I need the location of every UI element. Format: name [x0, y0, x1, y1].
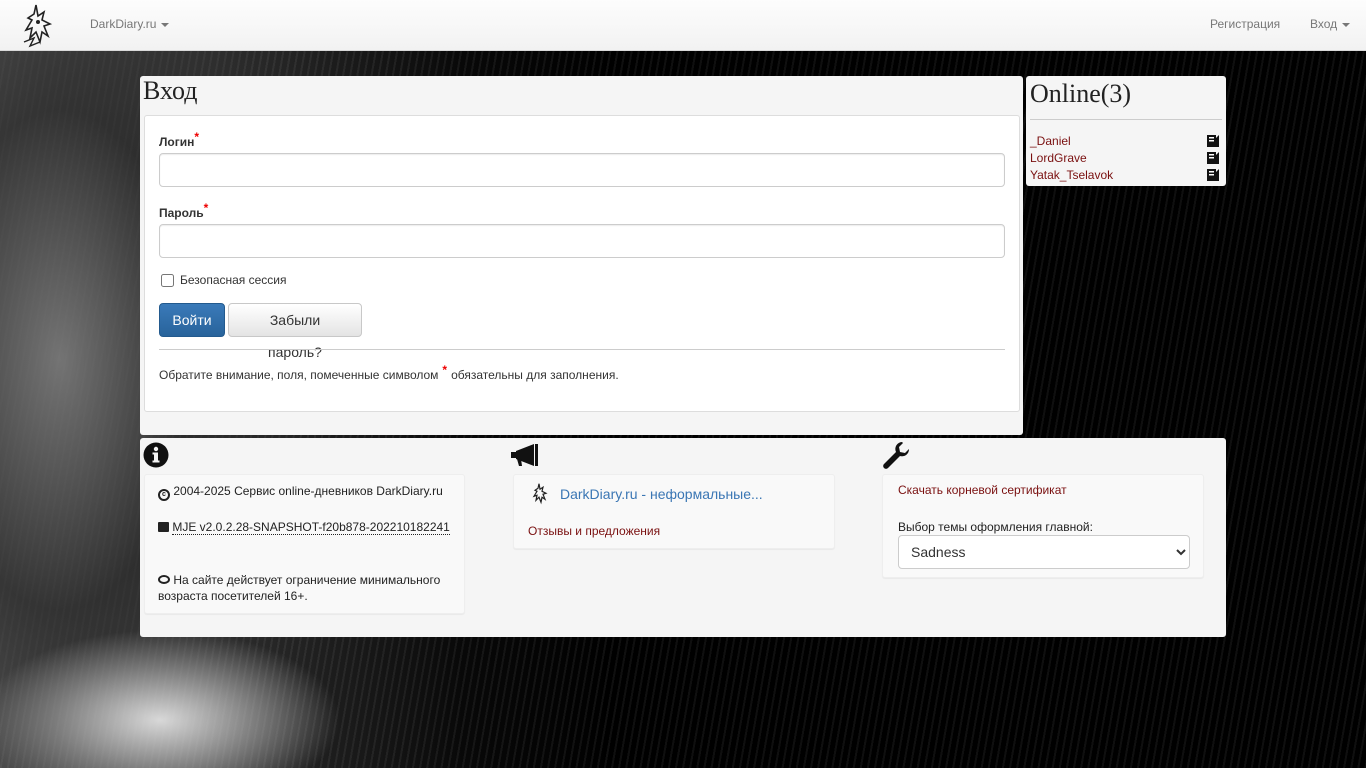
wrench-icon	[883, 442, 910, 469]
brand-dropdown[interactable]: DarkDiary.ru	[90, 17, 170, 31]
site-logo-icon[interactable]	[18, 2, 54, 49]
online-user-row: LordGrave	[1030, 150, 1222, 167]
announcement-link[interactable]: DarkDiary.ru - неформальные...	[560, 486, 763, 502]
copyright-row: c 2004-2025 Сервис online-дневников Dark…	[158, 483, 443, 501]
password-label: Пароль*	[159, 201, 208, 220]
login-panel: Вход Логин* Пароль* Безопасная сессия Во…	[140, 76, 1023, 435]
copyright-icon: c	[158, 489, 170, 501]
secure-session-label: Безопасная сессия	[180, 273, 287, 287]
login-dropdown[interactable]: Вход	[1310, 17, 1351, 31]
login-input[interactable]	[159, 153, 1005, 187]
online-user-link[interactable]: LordGrave	[1030, 151, 1087, 165]
login-label: Логин*	[159, 130, 199, 149]
brand-label: DarkDiary.ru	[90, 17, 157, 31]
feedback-link[interactable]: Отзывы и предложения	[528, 524, 660, 538]
login-submit-button[interactable]: Войти	[159, 303, 225, 337]
online-user-link[interactable]: _Daniel	[1030, 134, 1071, 148]
forgot-password-button[interactable]: Забыли пароль?	[228, 303, 362, 360]
login-form: Логин* Пароль* Безопасная сессия Войти З…	[144, 115, 1020, 412]
diary-icon[interactable]	[1206, 151, 1220, 165]
password-input[interactable]	[159, 224, 1005, 258]
login-label-text: Логин	[159, 135, 195, 149]
age-notice-row: На сайте действует ограничение минимальн…	[158, 572, 458, 604]
login-menu-label: Вход	[1310, 17, 1338, 31]
secure-session-checkbox[interactable]	[161, 274, 174, 287]
secure-session-row[interactable]: Безопасная сессия	[159, 273, 287, 287]
age-notice-text: На сайте действует ограничение минимальн…	[158, 573, 441, 603]
bullhorn-icon	[511, 444, 538, 466]
notice-text-end: обязательны для заполнения.	[451, 368, 619, 382]
info-icon	[143, 442, 169, 468]
login-title: Вход	[143, 76, 198, 105]
eye-slash-icon	[158, 575, 170, 584]
footer-panel: c 2004-2025 Сервис online-дневников Dark…	[140, 438, 1226, 637]
top-navbar: DarkDiary.ru Регистрация Вход	[0, 0, 1366, 51]
theme-label: Выбор темы оформления главной:	[898, 520, 1093, 534]
required-mark: *	[442, 363, 448, 377]
version-text: MJE v2.0.2.28-SNAPSHOT-f20b878-202210182…	[172, 520, 450, 535]
info-column: c 2004-2025 Сервис online-дневников Dark…	[144, 474, 465, 614]
book-icon	[158, 522, 169, 532]
announcements-column: DarkDiary.ru - неформальные... Отзывы и …	[513, 474, 835, 549]
online-user-link[interactable]: Yatak_Tselavok	[1030, 168, 1113, 182]
notice-text: Обратите внимание, поля, помеченные симв…	[159, 368, 439, 382]
diary-icon[interactable]	[1206, 168, 1220, 182]
divider	[159, 349, 1005, 350]
theme-select[interactable]: Sadness	[898, 535, 1190, 569]
online-panel: Online(3) _Daniel LordGrave Yatak_Tselav…	[1026, 76, 1226, 186]
required-notice: Обратите внимание, поля, помеченные симв…	[159, 363, 619, 382]
required-mark: *	[194, 130, 200, 144]
copyright-text: 2004-2025 Сервис online-дневников DarkDi…	[173, 484, 443, 498]
online-user-row: _Daniel	[1030, 133, 1222, 150]
site-logo-small-icon	[532, 483, 548, 505]
online-title: Online(3)	[1030, 79, 1132, 108]
password-label-text: Пароль	[159, 206, 204, 220]
version-row: MJE v2.0.2.28-SNAPSHOT-f20b878-202210182…	[158, 519, 458, 535]
required-mark: *	[203, 201, 209, 215]
caret-down-icon	[161, 22, 170, 27]
caret-down-icon	[1342, 22, 1351, 27]
settings-column: Скачать корневой сертификат Выбор темы о…	[882, 474, 1204, 578]
register-link[interactable]: Регистрация	[1210, 17, 1280, 31]
divider	[1030, 119, 1222, 120]
root-certificate-link[interactable]: Скачать корневой сертификат	[898, 483, 1067, 497]
online-user-row: Yatak_Tselavok	[1030, 167, 1222, 184]
diary-icon[interactable]	[1206, 134, 1220, 148]
